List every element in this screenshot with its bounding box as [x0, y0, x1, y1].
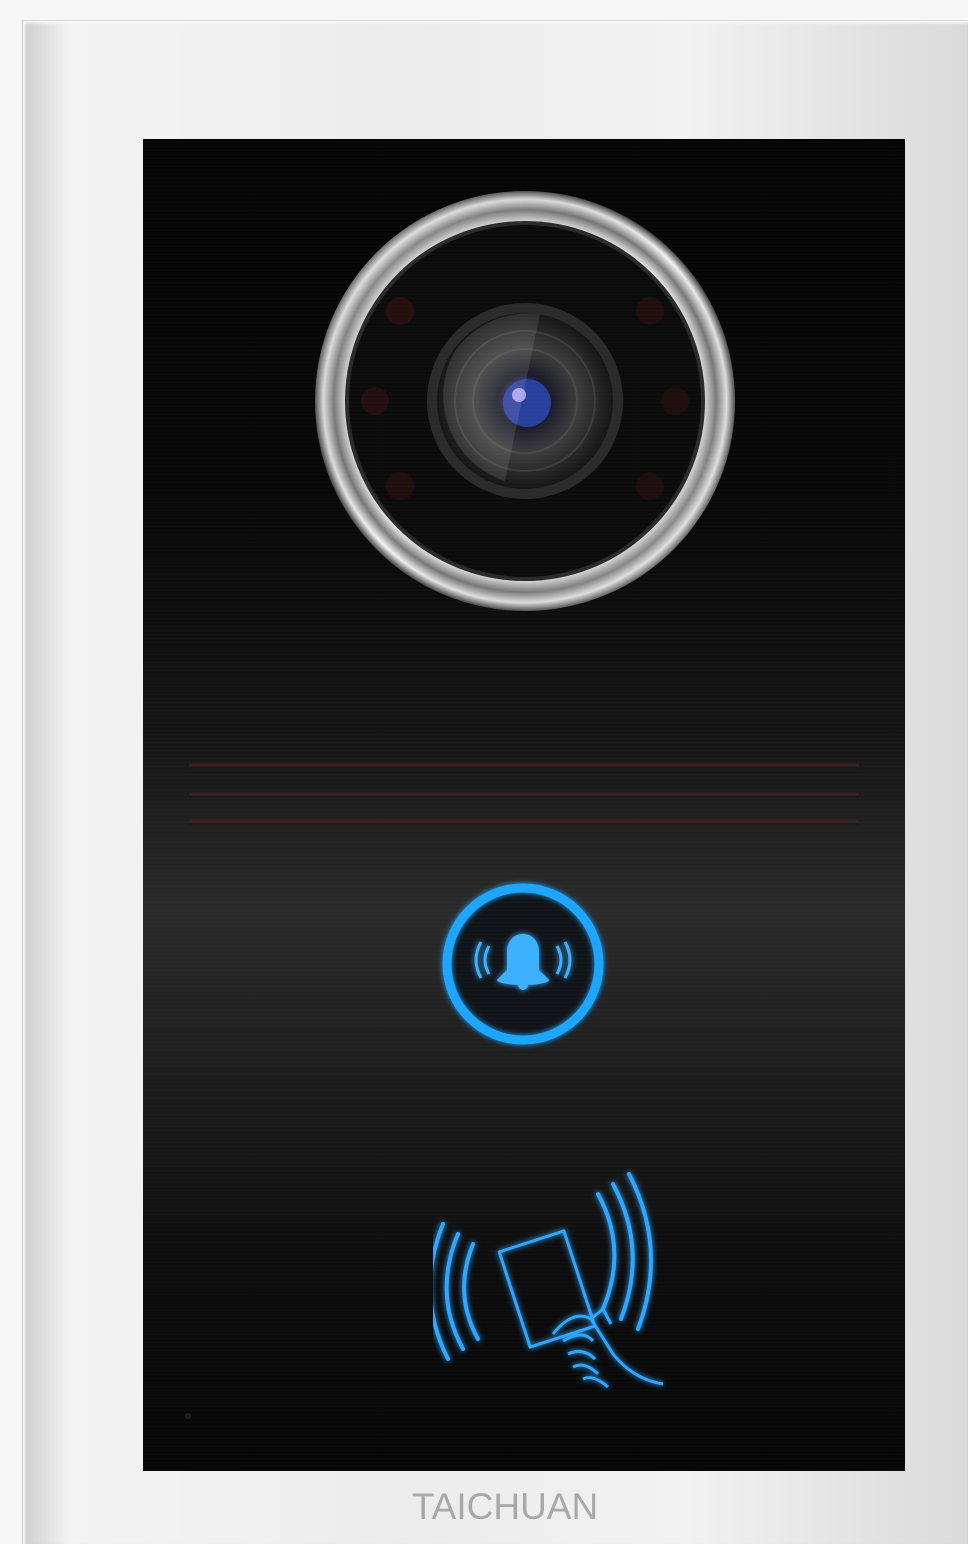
- camera-lens-icon: [315, 191, 735, 611]
- door-station-image: TAICHUAN: [0, 0, 968, 1544]
- brand-logo: TAICHUAN: [411, 1486, 599, 1527]
- black-glass-panel: [143, 139, 905, 1471]
- sensor-dot: [185, 1413, 191, 1419]
- rfid-card-icon: [433, 1172, 664, 1389]
- speaker-grille: [189, 763, 859, 825]
- call-button[interactable]: [433, 874, 613, 1054]
- stainless-frame: [22, 20, 968, 1544]
